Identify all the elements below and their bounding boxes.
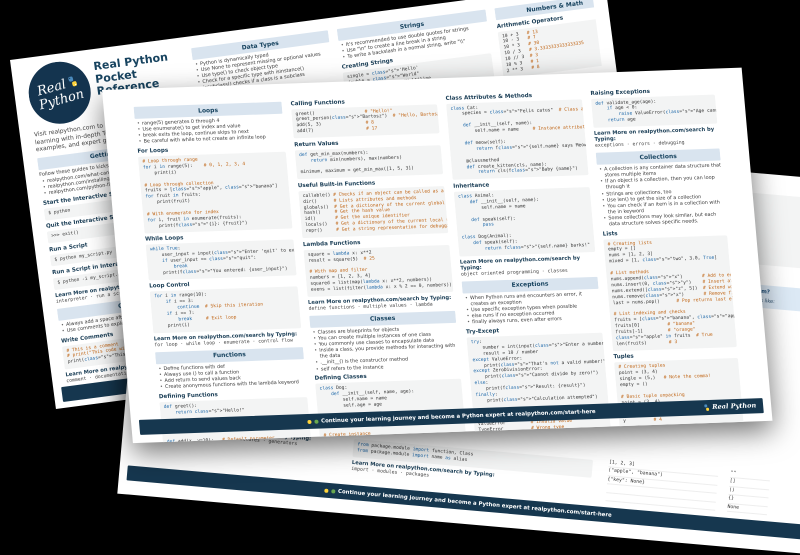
- code-block: class Animal: def __init__(self, name): …: [454, 187, 596, 257]
- code-block: while True: user_input = input(class="s"…: [146, 240, 297, 281]
- sheet-main-page: Loopsrange(5) generates 0 through 4Use e…: [102, 68, 773, 443]
- fragment-imports: from package.module import function, Cla…: [351, 437, 593, 495]
- bullet-list: range(5) generates 0 through 4Use enumer…: [135, 116, 285, 145]
- lightbulb-icon: [324, 488, 328, 492]
- canvas: { "shared": { "learn_more_label": "Learn…: [0, 0, 800, 511]
- bullet-list: Classes are blueprints for objectsYou ca…: [310, 325, 460, 373]
- python-logo-icon: [703, 403, 711, 410]
- code-block: callable() # Checks if an object can be …: [298, 186, 448, 238]
- learn-more: Learn More on realpython.com/search by T…: [154, 331, 303, 348]
- table-col-truthy: [1, 2, 3]("apple", "banana"){"key": None…: [606, 459, 719, 510]
- code-block: greet() # "Hello!"greet_person(class="s"…: [291, 104, 439, 139]
- code-block: square = lambda x: x**2result = square(5…: [303, 245, 453, 297]
- real-python-logo: Real Python: [25, 55, 98, 131]
- column-classes-exceptions: Class Attributes & Methodsclass Cat: spe…: [445, 87, 611, 431]
- learn-more: Learn More on realpython.com/search by T…: [594, 127, 719, 149]
- lightbulb-icon: [307, 419, 311, 423]
- table-col-falsy: ""[](){}None: [727, 470, 771, 515]
- code-block: def validate_age(age): if age < 0: raise…: [591, 94, 718, 128]
- code-block: def get_min_max(numbers): return min(num…: [295, 145, 443, 180]
- column-collections: Raising Exceptionsdef validate_age(age):…: [590, 83, 744, 426]
- bullet-list: When Python runs and encounters an error…: [463, 291, 602, 326]
- bullet-list: Define functions with defAlways use () t…: [156, 361, 306, 390]
- column-functions-classes: Calling Functionsgreet() # "Hello!"greet…: [290, 92, 466, 436]
- code-block: # Loop through rangefor i in range(5): #…: [138, 151, 293, 233]
- column-loops-functions: Loopsrange(5) generates 0 through 4Use e…: [133, 98, 311, 442]
- snake-icon: [331, 489, 335, 493]
- bullet-list: A collection is any container data struc…: [597, 163, 726, 228]
- learn-more: Learn More on realpython.com/search by T…: [460, 255, 597, 278]
- code-block: class Cat: species = class="s">"Felis ca…: [446, 99, 589, 180]
- snake-icon: [314, 419, 318, 423]
- learn-more: Learn More on realpython.com/search by T…: [308, 295, 455, 312]
- real-python-brand: Real Python: [703, 401, 757, 411]
- code-block: try: number = int(input(class="s">"Enter…: [466, 333, 608, 409]
- code-block: # Creating listsempty = []nums = [1, 2, …: [603, 235, 737, 351]
- code-block: for i in range(10): if i == 3: continue …: [150, 287, 302, 334]
- truthy-falsy-table: [1, 2, 3]("apple", "banana"){"key": None…: [606, 459, 771, 515]
